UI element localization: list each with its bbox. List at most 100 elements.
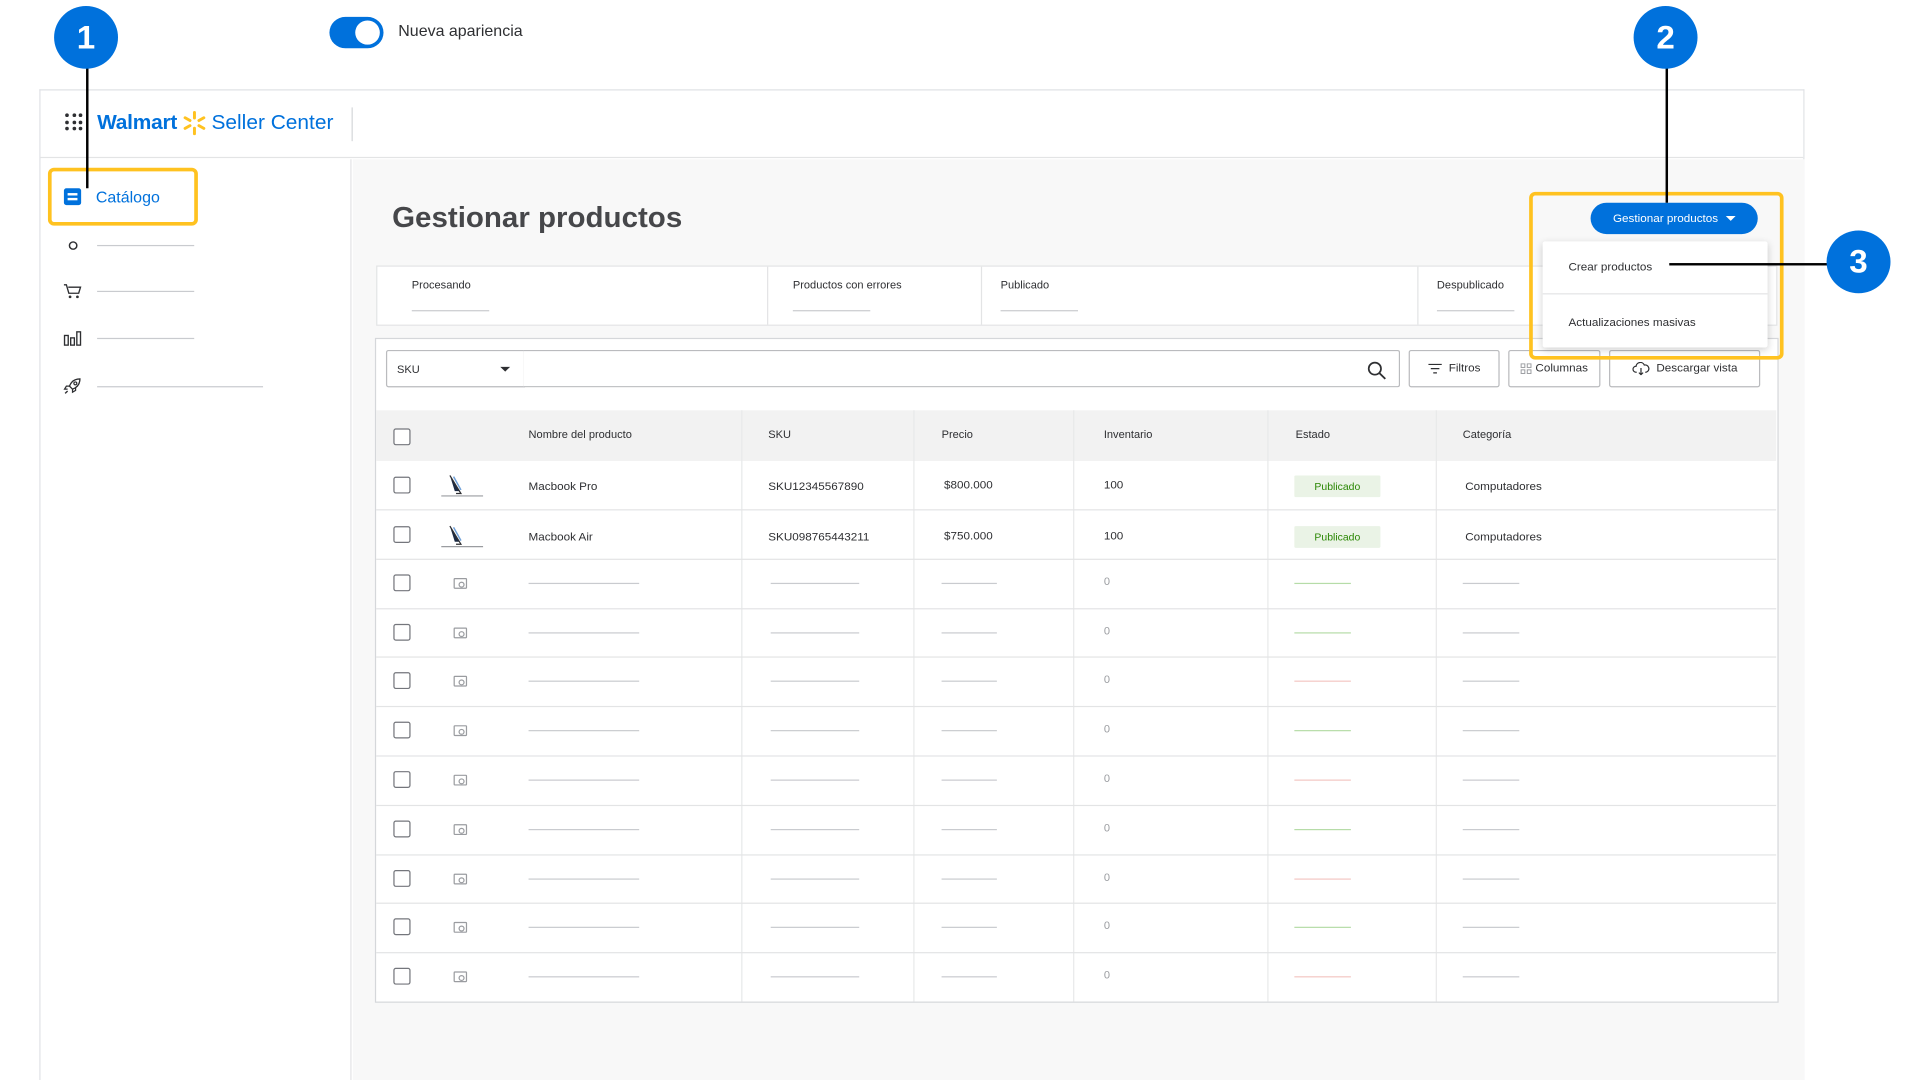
sidebar-placeholder-line — [97, 337, 195, 339]
columns-icon — [1520, 363, 1532, 374]
sku-placeholder-line — [770, 730, 860, 732]
status-placeholder-line — [1294, 582, 1351, 585]
sidebar-item-placeholder[interactable] — [63, 235, 195, 254]
row-checkbox[interactable] — [393, 476, 411, 494]
column-header-price[interactable]: Precio — [942, 428, 973, 440]
name-placeholder-line — [528, 582, 640, 585]
image-placeholder-icon — [453, 774, 468, 786]
status-placeholder-line — [1294, 926, 1351, 928]
walmart-seller-center-logo[interactable]: Walmart Seller Center — [97, 107, 333, 138]
rocket-icon — [63, 376, 83, 395]
callout-connector — [86, 66, 89, 189]
search-field-select[interactable]: SKU — [385, 349, 525, 388]
stat-errors[interactable]: Productos con errores — [768, 266, 983, 325]
row-checkbox[interactable] — [393, 771, 411, 788]
image-placeholder-icon — [453, 578, 468, 589]
search-box — [523, 349, 1401, 388]
logo-seller-center-text: Seller Center — [211, 111, 334, 134]
row-checkbox[interactable] — [393, 672, 411, 690]
cart-icon — [63, 281, 83, 300]
column-header-name[interactable]: Nombre del producto — [529, 428, 632, 440]
price-placeholder-line — [941, 829, 997, 831]
row-divider — [376, 755, 1777, 757]
cloud-download-icon — [1631, 362, 1649, 376]
cell-category: Computadores — [1465, 530, 1542, 545]
category-placeholder-line — [1462, 779, 1520, 781]
name-placeholder-line — [528, 779, 640, 781]
circle-icon — [63, 235, 83, 254]
column-header-inventory[interactable]: Inventario — [1104, 428, 1153, 440]
column-header-sku[interactable]: SKU — [768, 428, 791, 440]
category-placeholder-line — [1462, 632, 1520, 634]
apps-grid-icon[interactable] — [65, 113, 83, 131]
stat-value-placeholder — [1000, 310, 1079, 312]
image-placeholder-icon — [453, 921, 468, 933]
row-checkbox[interactable] — [393, 820, 411, 838]
row-checkbox[interactable] — [393, 967, 411, 985]
columns-label: Columnas — [1535, 362, 1588, 376]
callout-1: 1 — [54, 6, 119, 69]
category-placeholder-line — [1462, 926, 1520, 928]
sku-placeholder-line — [770, 829, 860, 831]
cell-inventory: 100 — [1103, 529, 1124, 544]
price-placeholder-line — [941, 926, 997, 928]
new-look-toggle[interactable] — [329, 16, 384, 49]
status-placeholder-line — [1294, 680, 1351, 682]
cell-product-name[interactable]: Macbook Air — [529, 531, 593, 544]
callout-3: 3 — [1826, 230, 1891, 294]
row-divider — [376, 509, 1777, 511]
sidebar-item-placeholder[interactable] — [63, 281, 195, 300]
category-placeholder-line — [1462, 878, 1520, 880]
select-all-checkbox[interactable] — [393, 428, 411, 446]
column-header-status[interactable]: Estado — [1296, 428, 1330, 440]
search-icon[interactable] — [1367, 361, 1387, 380]
name-placeholder-line — [528, 680, 640, 682]
inventory-placeholder: 0 — [1103, 625, 1110, 638]
logo-walmart-text: Walmart — [97, 111, 178, 134]
sku-placeholder-line — [770, 680, 860, 682]
price-placeholder-line — [941, 779, 997, 781]
status-badge: Publicado — [1294, 526, 1381, 548]
row-divider — [376, 558, 1777, 560]
status-placeholder-line — [1294, 976, 1351, 978]
price-placeholder-line — [941, 730, 997, 732]
row-checkbox[interactable] — [393, 721, 411, 739]
status-placeholder-line — [1294, 878, 1351, 880]
status-badge: Publicado — [1294, 475, 1381, 498]
search-field-value: SKU — [397, 363, 420, 376]
row-checkbox[interactable] — [393, 870, 411, 887]
row-divider — [376, 608, 1777, 610]
search-input[interactable] — [533, 358, 1345, 381]
row-divider — [376, 656, 1777, 658]
column-header-category[interactable]: Categoría — [1463, 428, 1512, 440]
sku-placeholder-line — [770, 926, 860, 928]
row-checkbox[interactable] — [393, 526, 411, 544]
category-placeholder-line — [1462, 730, 1520, 732]
row-checkbox[interactable] — [393, 623, 411, 641]
name-placeholder-line — [528, 829, 640, 831]
row-divider — [376, 705, 1777, 708]
header-divider — [351, 107, 353, 142]
price-placeholder-line — [941, 680, 997, 682]
filters-button[interactable]: Filtros — [1408, 349, 1500, 388]
caret-down-icon — [500, 366, 511, 372]
manage-products-highlight — [1529, 191, 1784, 360]
cell-product-name[interactable]: Macbook Pro — [529, 480, 598, 493]
inventory-placeholder: 0 — [1103, 722, 1110, 735]
stat-label: Publicado — [1000, 278, 1050, 291]
sidebar-item-placeholder[interactable] — [63, 376, 264, 395]
stat-published[interactable]: Publicado — [982, 266, 1419, 325]
sidebar: Catálogo — [40, 159, 352, 1080]
stat-value-placeholder — [1436, 310, 1515, 312]
status-placeholder-line — [1294, 779, 1351, 781]
row-divider — [376, 902, 1777, 904]
sidebar-item-placeholder[interactable] — [63, 328, 195, 347]
image-placeholder-icon — [453, 675, 468, 687]
row-checkbox[interactable] — [393, 918, 411, 936]
callout-connector — [1665, 66, 1669, 203]
inventory-placeholder: 0 — [1103, 871, 1110, 884]
row-checkbox[interactable] — [393, 574, 411, 592]
image-placeholder-icon — [453, 824, 468, 836]
stat-processing[interactable]: Procesando — [377, 266, 769, 325]
cell-price: $750.000 — [944, 529, 993, 544]
